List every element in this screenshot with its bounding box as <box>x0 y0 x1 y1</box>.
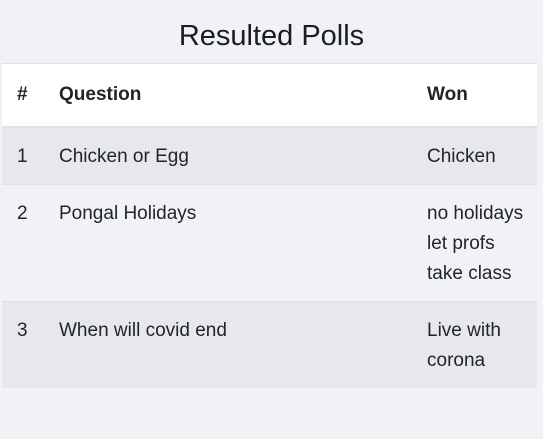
poll-winner: Chicken <box>411 126 537 185</box>
table-body: 1 Chicken or Egg Chicken 2 Pongal Holida… <box>2 126 537 388</box>
poll-number: 2 <box>2 184 43 302</box>
table-row: 3 When will covid end Live with corona <box>2 301 537 388</box>
poll-winner: Live with corona <box>411 301 537 388</box>
column-header-number: # <box>2 63 43 128</box>
poll-number: 1 <box>2 126 43 185</box>
table-row: 1 Chicken or Egg Chicken <box>2 126 537 185</box>
poll-number: 3 <box>2 301 43 388</box>
poll-question: Pongal Holidays <box>43 184 411 302</box>
column-header-question: Question <box>43 63 411 128</box>
table-header: # Question Won <box>2 63 537 128</box>
column-header-won: Won <box>411 63 537 128</box>
page-title: Resulted Polls <box>178 20 365 52</box>
poll-question: When will covid end <box>43 301 411 388</box>
resulted-polls-table: # Question Won 1 Chicken or Egg Chicken … <box>2 63 537 388</box>
table-header-row: # Question Won <box>2 63 537 128</box>
poll-question: Chicken or Egg <box>43 126 411 185</box>
table-row: 2 Pongal Holidays no holidays let profs … <box>2 184 537 302</box>
poll-winner: no holidays let profs take class <box>411 184 537 302</box>
